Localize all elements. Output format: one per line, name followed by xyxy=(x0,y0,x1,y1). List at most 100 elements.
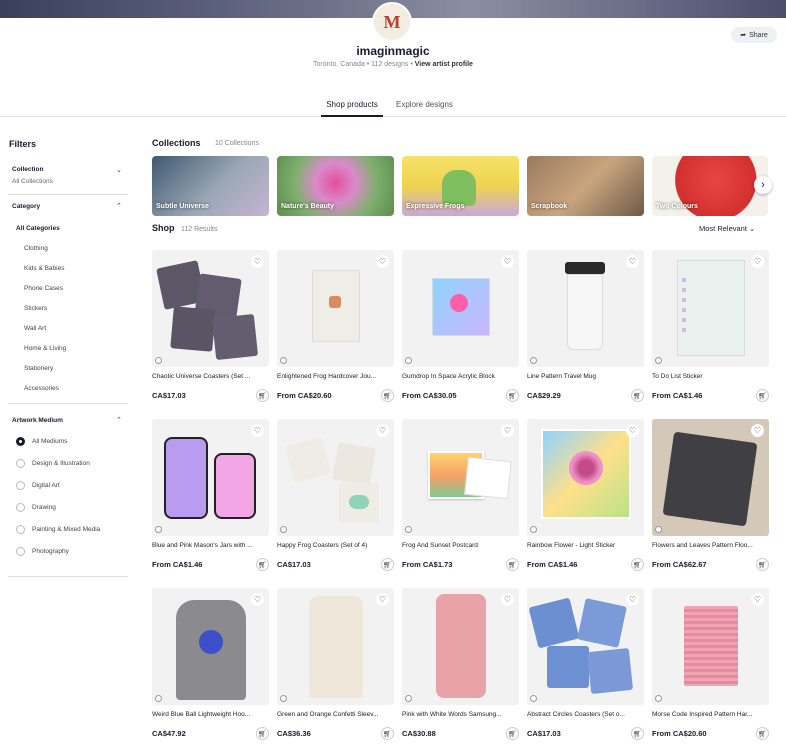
heart-icon[interactable]: ♡ xyxy=(376,255,389,268)
product-card[interactable]: ♡ Pink with White Words Samsung... CA$30.8… xyxy=(402,588,519,750)
product-card[interactable]: ♡ Blue and Pink Mason's Jars with ... From… xyxy=(152,419,269,581)
product-image[interactable]: ♡ xyxy=(527,419,644,536)
product-name[interactable]: Pink with White Words Samsung... xyxy=(402,711,519,718)
product-card[interactable]: ♡ Morse Code Inspired Pattern Har... From … xyxy=(652,588,769,750)
artist-avatar[interactable]: M xyxy=(372,2,412,42)
info-icon[interactable] xyxy=(280,357,287,364)
radio-drawing[interactable] xyxy=(16,503,25,512)
medium-filter-label[interactable]: Artwork Medium xyxy=(12,417,63,424)
cart-icon[interactable]: 🛒︎ xyxy=(381,727,394,740)
chevron-up-icon[interactable]: ⌃ xyxy=(116,416,122,424)
product-name[interactable]: Blue and Pink Mason's Jars with ... xyxy=(152,542,269,549)
info-icon[interactable] xyxy=(280,526,287,533)
cart-icon[interactable]: 🛒︎ xyxy=(756,558,769,571)
heart-icon[interactable]: ♡ xyxy=(501,424,514,437)
product-image[interactable]: ♡ xyxy=(152,588,269,705)
product-image[interactable]: ♡ xyxy=(402,419,519,536)
collection-card[interactable]: Subtle Universe xyxy=(152,156,269,216)
cart-icon[interactable]: 🛒︎ xyxy=(506,727,519,740)
product-name[interactable]: Abstract Circles Coasters (Set o... xyxy=(527,711,644,718)
product-image[interactable]: ♡ xyxy=(277,588,394,705)
sort-dropdown[interactable]: Most Relevant ⌄ xyxy=(699,224,755,233)
product-image[interactable]: ♡ xyxy=(277,419,394,536)
collection-card[interactable]: Scrapbook xyxy=(527,156,644,216)
product-name[interactable]: Chaotic Universe Coasters (Set ... xyxy=(152,373,269,380)
product-name[interactable]: To Do List Sticker xyxy=(652,373,769,380)
product-name[interactable]: Happy Frog Coasters (Set of 4) xyxy=(277,542,394,549)
category-item-stationery[interactable]: Stationery xyxy=(24,365,53,372)
info-icon[interactable] xyxy=(155,357,162,364)
product-card[interactable]: ♡ Chaotic Universe Coasters (Set ... CA$17… xyxy=(152,250,269,412)
product-card[interactable]: ♡ Line Pattern Travel Mug CA$29.29 🛒︎ xyxy=(527,250,644,412)
product-card[interactable]: ♡ Rainbow Flower - Light Sticker From CA$1… xyxy=(527,419,644,581)
cart-icon[interactable]: 🛒︎ xyxy=(506,558,519,571)
category-item-kids[interactable]: Kids & Babies xyxy=(24,265,64,272)
product-name[interactable]: Rainbow Flower - Light Sticker xyxy=(527,542,644,549)
radio-design-illustration[interactable] xyxy=(16,459,25,468)
product-card[interactable]: ♡ Happy Frog Coasters (Set of 4) CA$17.03 🛒… xyxy=(277,419,394,581)
product-name[interactable]: Morse Code Inspired Pattern Har... xyxy=(652,711,769,718)
chevron-up-icon[interactable]: ⌃ xyxy=(116,202,122,210)
product-card[interactable]: ♡ Enlightened Frog Hardcover Jou... From C… xyxy=(277,250,394,412)
product-image[interactable]: ♡ xyxy=(152,419,269,536)
cart-icon[interactable]: 🛒︎ xyxy=(256,727,269,740)
cart-icon[interactable]: 🛒︎ xyxy=(506,389,519,402)
info-icon[interactable] xyxy=(655,357,662,364)
heart-icon[interactable]: ♡ xyxy=(626,255,639,268)
product-image[interactable]: ♡ xyxy=(652,250,769,367)
category-all[interactable]: All Categories xyxy=(16,225,60,232)
product-name[interactable]: Line Pattern Travel Mug xyxy=(527,373,644,380)
heart-icon[interactable]: ♡ xyxy=(626,424,639,437)
product-card[interactable]: ♡ To Do List Sticker From CA$1.46 🛒︎ xyxy=(652,250,769,412)
share-button[interactable]: ➦ Share xyxy=(731,27,777,43)
info-icon[interactable] xyxy=(530,357,537,364)
heart-icon[interactable]: ♡ xyxy=(376,424,389,437)
product-card[interactable]: ♡ Flowers and Leaves Pattern Floo... From … xyxy=(652,419,769,581)
info-icon[interactable] xyxy=(405,526,412,533)
view-profile-link[interactable]: View artist profile xyxy=(415,61,473,68)
product-image[interactable]: ♡ xyxy=(527,250,644,367)
info-icon[interactable] xyxy=(530,695,537,702)
cart-icon[interactable]: 🛒︎ xyxy=(631,389,644,402)
category-item-stickers[interactable]: Stickers xyxy=(24,305,47,312)
chevron-right-icon[interactable]: › xyxy=(754,176,772,194)
heart-icon[interactable]: ♡ xyxy=(751,424,764,437)
cart-icon[interactable]: 🛒︎ xyxy=(381,389,394,402)
product-card[interactable]: ♡ Green and Orange Confetti Sleev... CA$36… xyxy=(277,588,394,750)
cart-icon[interactable]: 🛒︎ xyxy=(381,558,394,571)
product-image[interactable]: ♡ xyxy=(527,588,644,705)
category-item-phone-cases[interactable]: Phone Cases xyxy=(24,285,63,292)
cart-icon[interactable]: 🛒︎ xyxy=(256,558,269,571)
heart-icon[interactable]: ♡ xyxy=(751,255,764,268)
collection-card[interactable]: Expressive Frogs xyxy=(402,156,519,216)
collection-card[interactable]: Two Colours xyxy=(652,156,768,216)
product-image[interactable]: ♡ xyxy=(652,419,769,536)
product-image[interactable]: ♡ xyxy=(652,588,769,705)
product-image[interactable]: ♡ xyxy=(152,250,269,367)
info-icon[interactable] xyxy=(405,695,412,702)
product-name[interactable]: Weird Blue Ball Lightweight Hoo... xyxy=(152,711,269,718)
info-icon[interactable] xyxy=(655,695,662,702)
heart-icon[interactable]: ♡ xyxy=(251,424,264,437)
category-filter-label[interactable]: Category xyxy=(12,203,40,210)
product-card[interactable]: ♡ Weird Blue Ball Lightweight Hoo... CA$47… xyxy=(152,588,269,750)
category-item-home-living[interactable]: Home & Living xyxy=(24,345,66,352)
info-icon[interactable] xyxy=(280,695,287,702)
radio-all-mediums[interactable] xyxy=(16,437,25,446)
tab-explore-designs[interactable]: Explore designs xyxy=(396,99,453,117)
product-name[interactable]: Flowers and Leaves Pattern Floo... xyxy=(652,542,769,549)
product-image[interactable]: ♡ xyxy=(402,250,519,367)
product-image[interactable]: ♡ xyxy=(402,588,519,705)
category-item-wall-art[interactable]: Wall Art xyxy=(24,325,46,332)
product-image[interactable]: ♡ xyxy=(277,250,394,367)
cart-icon[interactable]: 🛒︎ xyxy=(756,727,769,740)
product-card[interactable]: ♡ Gumdrop In Space Acrylic Block From CA$3… xyxy=(402,250,519,412)
cart-icon[interactable]: 🛒︎ xyxy=(631,727,644,740)
cart-icon[interactable]: 🛒︎ xyxy=(756,389,769,402)
heart-icon[interactable]: ♡ xyxy=(251,593,264,606)
heart-icon[interactable]: ♡ xyxy=(376,593,389,606)
product-card[interactable]: ♡ Abstract Circles Coasters (Set o... CA$1… xyxy=(527,588,644,750)
product-name[interactable]: Green and Orange Confetti Sleev... xyxy=(277,711,394,718)
chevron-down-icon[interactable]: ⌄ xyxy=(116,166,122,174)
category-item-clothing[interactable]: Clothing xyxy=(24,245,48,252)
